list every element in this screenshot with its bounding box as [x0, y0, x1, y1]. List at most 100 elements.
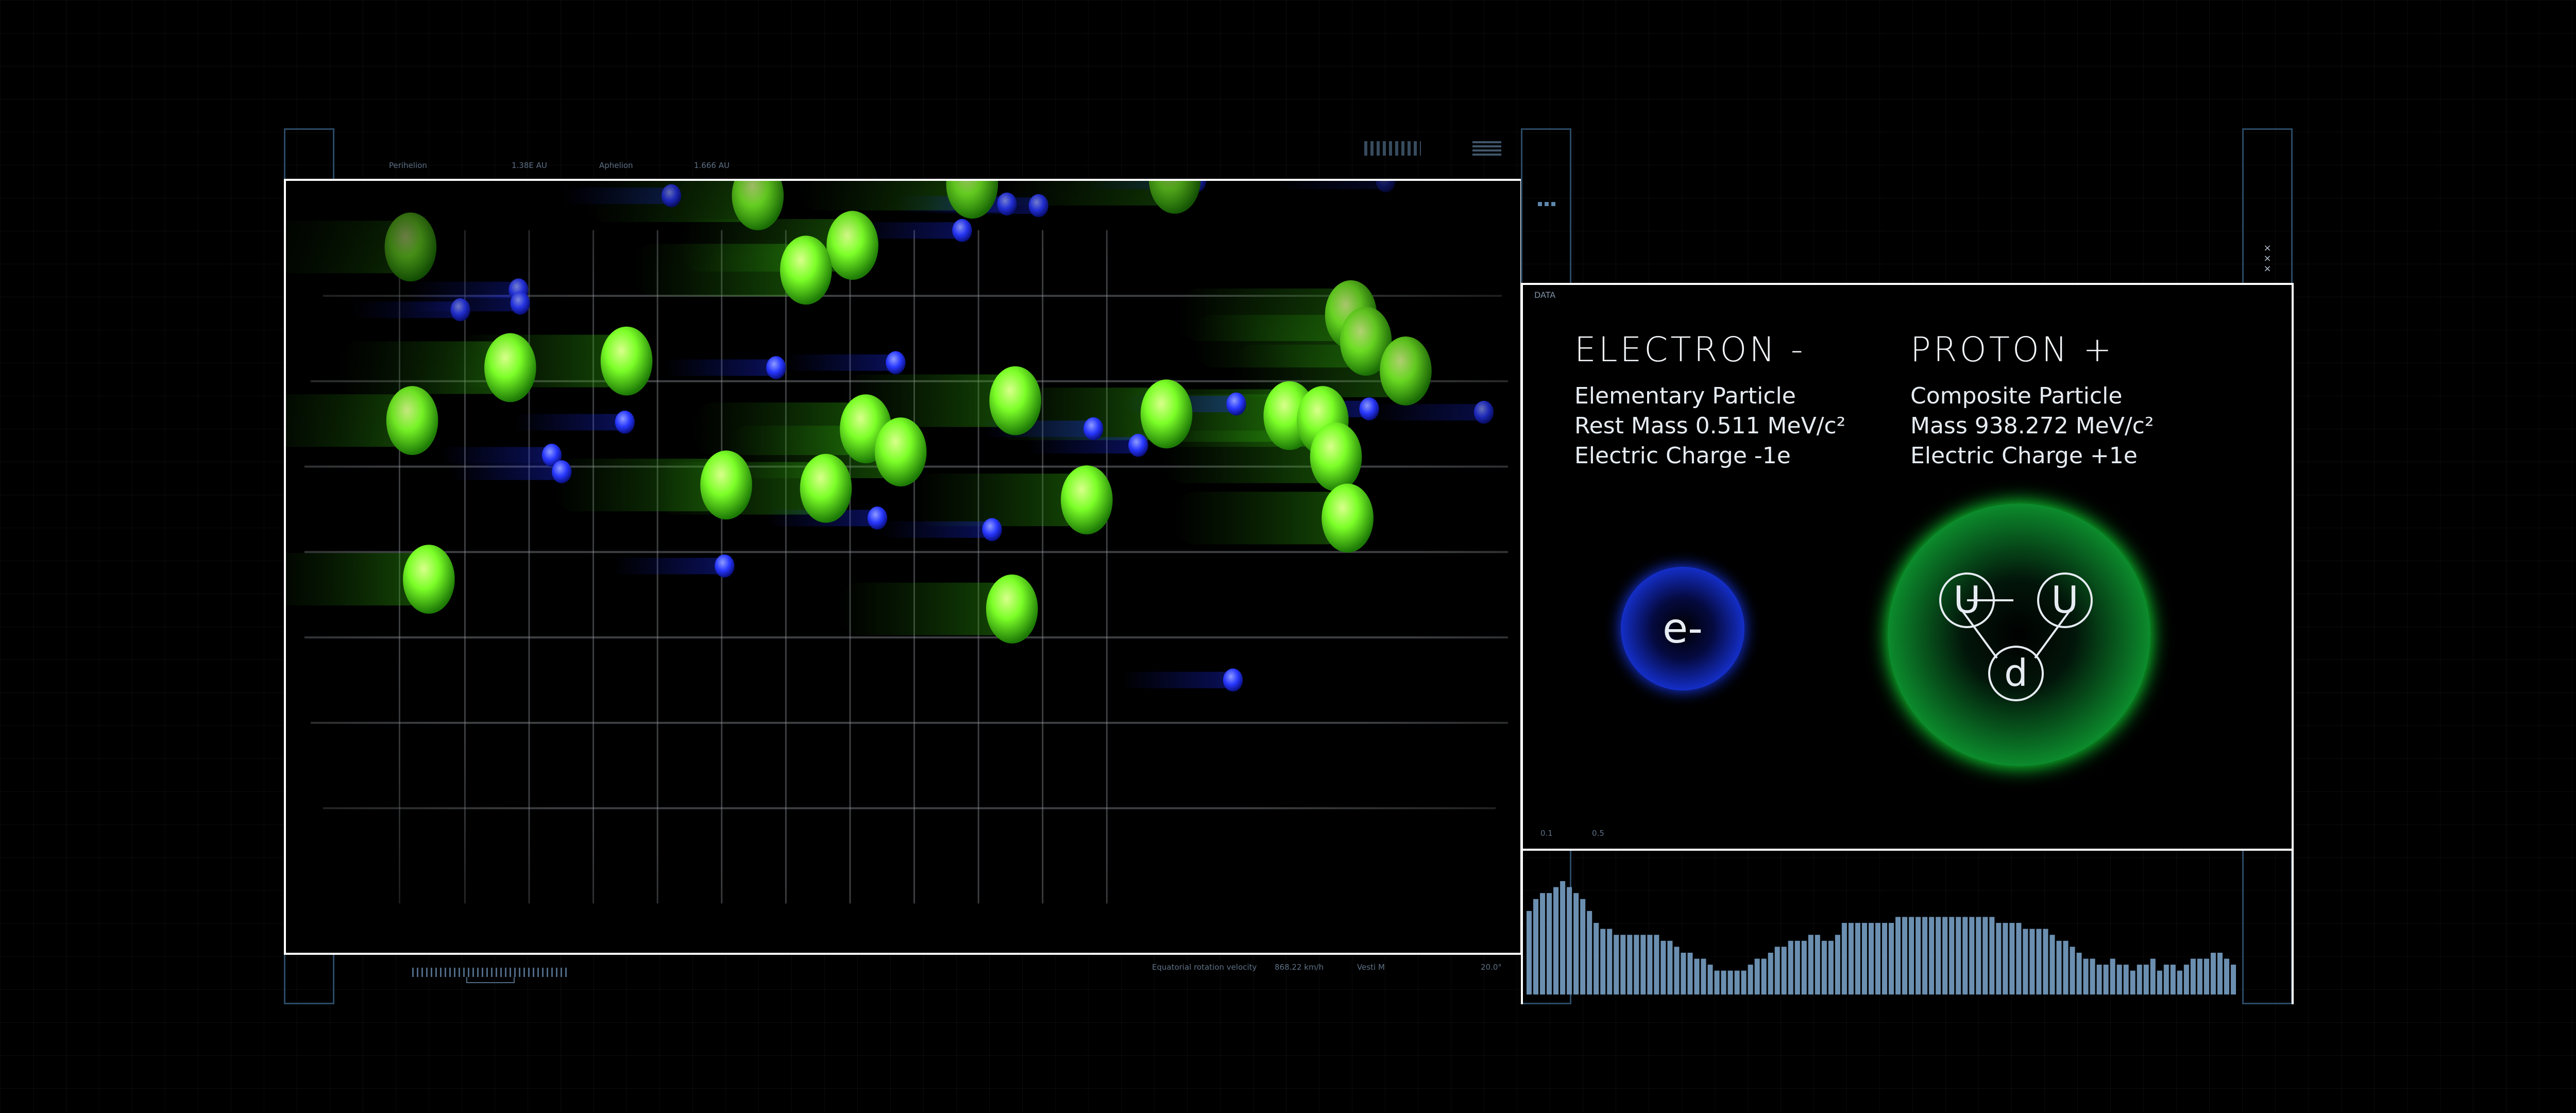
histogram-bar — [1721, 970, 1726, 994]
histogram-bar — [2110, 958, 2115, 994]
histogram-bar — [2217, 952, 2223, 994]
proton-title: PROTON + — [1910, 330, 2114, 369]
quark-label-3: d — [2004, 651, 2028, 695]
histogram-bar — [2137, 965, 2142, 994]
histogram-bar — [1694, 958, 1700, 994]
histogram-bar — [2076, 952, 2082, 994]
histogram-bar — [2163, 965, 2169, 994]
histogram-bar — [1567, 887, 1572, 994]
histogram-bar — [1687, 952, 1693, 994]
electron-charge: Electric Charge -1e — [1574, 443, 1791, 469]
histogram-bar — [1748, 965, 1753, 994]
quark-label-2: U — [2052, 578, 2079, 621]
histogram-bar — [1587, 910, 1592, 994]
histogram-bar — [1620, 935, 1626, 994]
histogram-bar — [2123, 965, 2129, 994]
histogram-bar — [1969, 917, 1975, 994]
histogram-bar — [1540, 893, 1546, 994]
footer-label-rotation: Equatorial rotation velocity — [1152, 963, 1257, 972]
histogram-bar — [2016, 923, 2022, 994]
histogram-bar — [1761, 958, 1767, 994]
histogram-bar — [2063, 940, 2069, 994]
histogram-bar — [1902, 917, 1908, 994]
histogram-bar — [1929, 917, 1935, 994]
histogram-bar — [1714, 970, 1720, 994]
histogram-bar — [1855, 923, 1860, 994]
quark-diagram: U U d — [1939, 572, 2093, 701]
histogram-bar — [1916, 917, 1921, 994]
histogram-bar — [2003, 923, 2008, 994]
histogram-bar — [1781, 947, 1787, 994]
main-viewport[interactable] — [284, 179, 1522, 955]
histogram-bar — [2183, 965, 2189, 994]
proton-mass: Mass 938.272 MeV/c² — [1910, 413, 2154, 439]
histogram-bar — [1909, 917, 1914, 994]
footer-value-angle: 20.0° — [1481, 963, 1502, 972]
histogram-bar — [1640, 935, 1646, 994]
electron-symbol: e- — [1662, 604, 1703, 652]
histogram-bar — [2197, 958, 2202, 994]
data-panel-label: DATA — [1534, 290, 1556, 300]
histogram-bar — [2190, 958, 2196, 994]
histogram-bar — [2096, 965, 2102, 994]
close-icons[interactable]: × × × — [2260, 243, 2275, 274]
histogram-bar — [1634, 935, 1639, 994]
header-mini-icons-1 — [1364, 141, 1421, 156]
histogram-bar — [2204, 958, 2209, 994]
histogram-bar — [1949, 917, 1955, 994]
proton-charge: Electric Charge +1e — [1910, 443, 2138, 469]
histogram-bar — [1553, 887, 1559, 994]
histogram-bar — [2143, 965, 2149, 994]
histogram-bar — [1794, 940, 1800, 994]
quark-label-1: U — [1954, 578, 1981, 621]
histogram-bar — [1768, 952, 1773, 994]
histogram-bar — [1875, 923, 1880, 994]
histogram-bar — [2070, 947, 2075, 994]
histogram-bar — [1741, 970, 1747, 994]
histogram-bar — [1861, 923, 1867, 994]
histogram-bar — [1580, 899, 1586, 994]
histogram-bar — [2157, 970, 2162, 994]
histogram-bar — [1889, 923, 1894, 994]
header-label-aphelion: Aphelion — [599, 161, 633, 170]
more-options-icon[interactable] — [1538, 202, 1555, 206]
histogram-bar — [1976, 917, 1981, 994]
electron-type: Elementary Particle — [1574, 383, 1796, 409]
histogram-bar — [1667, 940, 1673, 994]
histogram-bar — [1982, 917, 1988, 994]
histogram-bar — [1547, 893, 1552, 994]
panel-bottom-label-1: 0.1 — [1540, 829, 1553, 838]
histogram-bar — [2090, 958, 2095, 994]
histogram-bar — [2009, 923, 2015, 994]
histogram-bar — [1868, 923, 1874, 994]
histogram-bar — [1594, 923, 1599, 994]
histogram-bar — [1936, 917, 1941, 994]
histogram-bar — [2130, 970, 2136, 994]
histogram-bar — [1828, 940, 1834, 994]
histogram-bar — [2083, 958, 2089, 994]
histogram-bar — [1956, 917, 1961, 994]
histogram-bar — [1821, 940, 1827, 994]
histogram-bar — [2116, 965, 2122, 994]
histogram-bar — [2177, 970, 2182, 994]
histogram-bar — [1607, 929, 1613, 994]
histogram-bar — [1996, 923, 2002, 994]
footer-scale-ruler[interactable] — [412, 968, 567, 977]
histogram-bar — [1774, 947, 1780, 994]
histogram-bar — [2224, 958, 2229, 994]
histogram-bar — [1560, 881, 1566, 994]
histogram-bar — [2230, 965, 2236, 994]
histogram-bar — [1848, 923, 1854, 994]
header-mini-icons-2 — [1472, 141, 1501, 156]
header-value-perihelion: 1.38E AU — [512, 161, 547, 170]
footer-value-rotation: 868.22 km/h — [1275, 963, 1324, 972]
histogram-bar — [1707, 965, 1713, 994]
histogram-bar — [1573, 893, 1579, 994]
histogram-bar — [1674, 947, 1680, 994]
histogram-bar — [1654, 935, 1659, 994]
histogram-bar — [2103, 965, 2109, 994]
histogram-bar — [1660, 940, 1666, 994]
electron-mass: Rest Mass 0.511 MeV/c² — [1574, 413, 1846, 439]
histogram-bar — [2036, 929, 2042, 994]
histogram-bar — [1527, 910, 1532, 994]
